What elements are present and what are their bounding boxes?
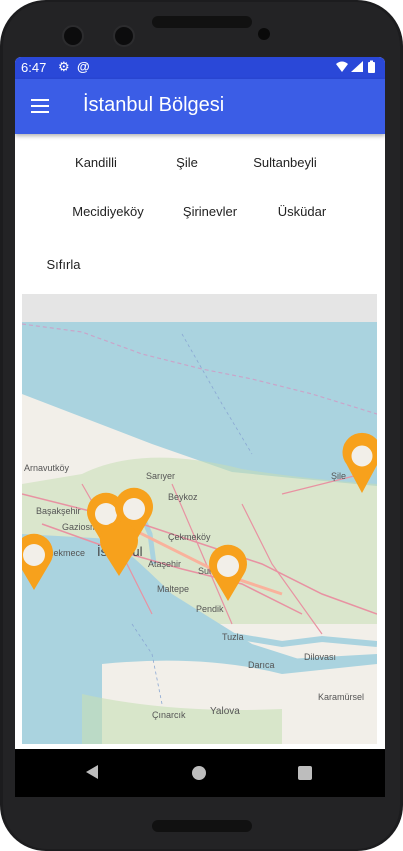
map-label-yalova: Yalova [210, 706, 240, 717]
map-view[interactable]: Arnavutköy Şile Sarıyer Beykoz Başakşehi… [22, 294, 377, 744]
map-label-tuzla: Tuzla [222, 632, 244, 642]
status-bar: 6:47 ⚙ @ [15, 57, 385, 79]
map-label-arnavutkoy: Arnavutköy [24, 463, 70, 473]
app-title: İstanbul Bölgesi [83, 94, 225, 116]
screen: 6:47 ⚙ @ İstanbul Bölgesi Kandilli Şile … [15, 57, 385, 749]
system-navigation-bar [15, 749, 385, 797]
status-icons [335, 60, 379, 77]
sultanbeyli-button[interactable]: Sultanbeyli [243, 155, 327, 170]
mecidiyekoy-button[interactable]: Mecidiyeköy [62, 204, 154, 219]
home-icon[interactable] [192, 766, 206, 780]
signal-icon [351, 61, 363, 72]
map-label-sariyer: Sarıyer [146, 471, 175, 481]
map-label-cekmekoy: Çekmeköy [168, 532, 211, 542]
status-time: 6:47 [21, 60, 47, 75]
map-label-maltepe: Maltepe [157, 584, 189, 594]
map-label-cinarcik: Çınarcık [152, 710, 186, 720]
map-label-atasehir: Ataşehir [148, 559, 181, 569]
map-label-karamursel: Karamürsel [318, 692, 364, 702]
sync-icon: @ [77, 59, 90, 74]
sirinevler-button[interactable]: Şirinevler [175, 204, 245, 219]
kandilli-button[interactable]: Kandilli [60, 155, 132, 170]
top-speaker [152, 16, 252, 28]
bottom-speaker [152, 820, 252, 832]
uskudar-button[interactable]: Üsküdar [271, 204, 333, 219]
map-label-beykoz: Beykoz [168, 492, 198, 502]
settings-gear-icon: ⚙ [58, 59, 70, 74]
battery-icon [368, 62, 375, 73]
map-label-darica: Darıca [248, 660, 275, 670]
reset-button[interactable]: Sıfırla [35, 257, 92, 272]
app-bar: İstanbul Bölgesi [15, 79, 385, 134]
sile-button[interactable]: Şile [163, 155, 211, 170]
recent-apps-icon[interactable] [298, 766, 312, 780]
proximity-sensor [258, 28, 270, 40]
back-icon[interactable] [86, 765, 98, 779]
menu-icon[interactable] [31, 97, 51, 117]
map-label-basaksehir: Başakşehir [36, 506, 81, 516]
wifi-icon [336, 61, 348, 72]
map-label-sile: Şile [331, 471, 346, 481]
front-camera-2-icon [113, 25, 135, 47]
map-label-dilovasi: Dilovası [304, 652, 336, 662]
phone-frame: 6:47 ⚙ @ İstanbul Bölgesi Kandilli Şile … [0, 0, 403, 851]
map-label-pendik: Pendik [196, 604, 224, 614]
map-tiles[interactable]: Arnavutköy Şile Sarıyer Beykoz Başakşehi… [22, 294, 377, 744]
front-camera-icon [62, 25, 84, 47]
